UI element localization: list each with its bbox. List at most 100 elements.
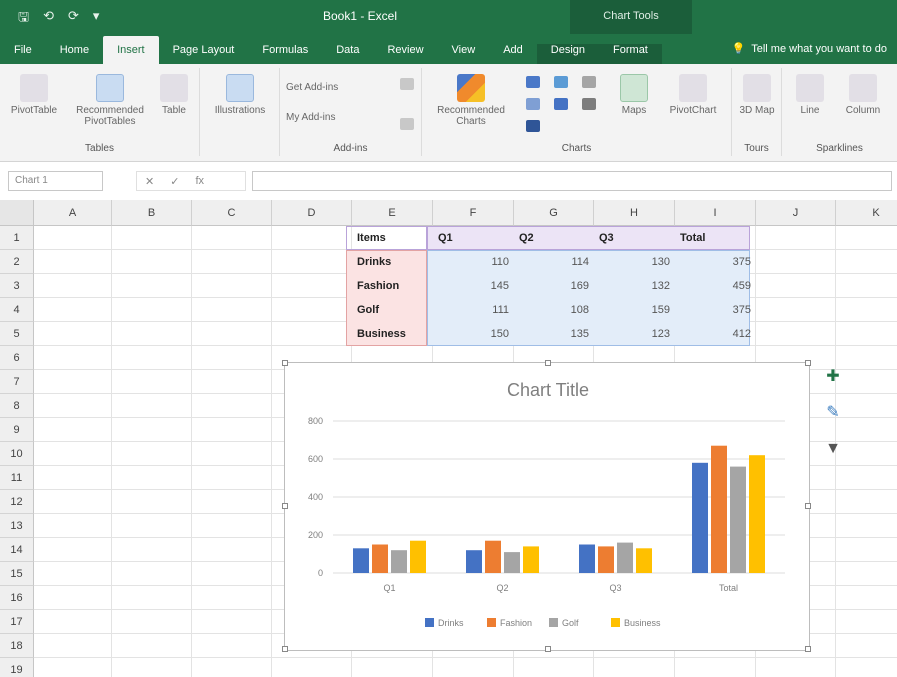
resize-handle[interactable] xyxy=(805,360,811,366)
column-header-d[interactable]: D xyxy=(272,200,352,226)
table-row-label[interactable]: Golf xyxy=(352,298,433,322)
row-header-1[interactable]: 1 xyxy=(0,226,34,250)
row-header-9[interactable]: 9 xyxy=(0,418,34,442)
row-header-19[interactable]: 19 xyxy=(0,658,34,677)
column-header-e[interactable]: E xyxy=(352,200,433,226)
tab-review[interactable]: Review xyxy=(373,44,437,64)
tab-formulas[interactable]: Formulas xyxy=(248,44,322,64)
table-value-cell[interactable]: 159 xyxy=(594,298,675,322)
table-value-cell[interactable]: 459 xyxy=(675,274,756,298)
table-row-label[interactable]: Business xyxy=(352,322,433,346)
tab-page-layout[interactable]: Page Layout xyxy=(159,44,249,64)
table-row-label[interactable]: Drinks xyxy=(352,250,433,274)
row-header-18[interactable]: 18 xyxy=(0,634,34,658)
row-header-13[interactable]: 13 xyxy=(0,514,34,538)
sparkline-column-button[interactable]: Column xyxy=(838,74,888,116)
table-header-cell[interactable]: Q3 xyxy=(594,226,675,250)
row-header-3[interactable]: 3 xyxy=(0,274,34,298)
table-value-cell[interactable]: 412 xyxy=(675,322,756,346)
table-button[interactable]: Table xyxy=(154,74,194,116)
resize-handle[interactable] xyxy=(805,646,811,652)
tab-format[interactable]: Format xyxy=(599,44,662,64)
row-header-4[interactable]: 4 xyxy=(0,298,34,322)
table-value-cell[interactable]: 114 xyxy=(514,250,594,274)
column-header-j[interactable]: J xyxy=(756,200,836,226)
chart-styles-icon[interactable]: ✎ xyxy=(822,402,844,424)
tell-me-search[interactable]: 💡 Tell me what you want to do xyxy=(732,42,887,56)
undo-icon[interactable]: ⟲ xyxy=(43,8,54,30)
tab-file[interactable]: File xyxy=(0,44,46,64)
table-header-cell[interactable]: Items xyxy=(352,226,433,250)
row-header-10[interactable]: 10 xyxy=(0,442,34,466)
sparkline-line-button[interactable]: Line xyxy=(788,74,832,116)
save-icon[interactable]: 🖫 xyxy=(18,8,29,30)
3d-map-button[interactable]: 3D Map xyxy=(736,74,778,116)
pivottable-button[interactable]: PivotTable xyxy=(6,74,62,116)
resize-handle[interactable] xyxy=(545,646,551,652)
column-header-k[interactable]: K xyxy=(836,200,897,226)
row-header-11[interactable]: 11 xyxy=(0,466,34,490)
pie-chart-icon[interactable] xyxy=(554,98,568,110)
table-value-cell[interactable]: 108 xyxy=(514,298,594,322)
scatter-chart-icon[interactable] xyxy=(582,98,596,110)
tab-add[interactable]: Add xyxy=(489,44,537,64)
recommended-pivottables-button[interactable]: Recommended PivotTables xyxy=(66,74,154,127)
customize-qat-icon[interactable]: ▾ xyxy=(93,8,100,30)
line-chart-icon[interactable] xyxy=(526,98,540,110)
table-row-label[interactable]: Fashion xyxy=(352,274,433,298)
table-value-cell[interactable]: 130 xyxy=(594,250,675,274)
table-value-cell[interactable]: 132 xyxy=(594,274,675,298)
table-value-cell[interactable]: 375 xyxy=(675,250,756,274)
resize-handle[interactable] xyxy=(805,503,811,509)
column-header-f[interactable]: F xyxy=(433,200,514,226)
resize-handle[interactable] xyxy=(282,503,288,509)
formula-input[interactable] xyxy=(252,171,892,191)
column-header-a[interactable]: A xyxy=(34,200,112,226)
table-value-cell[interactable]: 111 xyxy=(433,298,514,322)
name-box[interactable]: Chart 1 xyxy=(8,171,103,191)
tab-insert[interactable]: Insert xyxy=(103,36,159,64)
table-value-cell[interactable]: 135 xyxy=(514,322,594,346)
redo-icon[interactable]: ⟳ xyxy=(68,8,79,30)
resize-handle[interactable] xyxy=(282,360,288,366)
table-value-cell[interactable]: 110 xyxy=(433,250,514,274)
waterfall-chart-icon[interactable] xyxy=(582,76,596,88)
row-header-15[interactable]: 15 xyxy=(0,562,34,586)
pivotchart-button[interactable]: PivotChart xyxy=(662,74,724,116)
enter-icon[interactable]: ✓ xyxy=(170,175,179,188)
resize-handle[interactable] xyxy=(545,360,551,366)
table-value-cell[interactable]: 169 xyxy=(514,274,594,298)
bar-chart-icon[interactable] xyxy=(526,120,540,132)
row-header-14[interactable]: 14 xyxy=(0,538,34,562)
table-header-cell[interactable]: Q1 xyxy=(433,226,514,250)
table-value-cell[interactable]: 150 xyxy=(433,322,514,346)
insert-function-icon[interactable]: fx xyxy=(195,175,204,187)
tab-design[interactable]: Design xyxy=(536,44,600,64)
row-header-2[interactable]: 2 xyxy=(0,250,34,274)
table-header-cell[interactable]: Q2 xyxy=(514,226,594,250)
chart-area[interactable]: Chart Title 0 200 400 600 800 Q1 Q2 Q3 Total Drink… xyxy=(282,360,811,652)
maps-button[interactable]: Maps xyxy=(614,74,654,116)
row-header-5[interactable]: 5 xyxy=(0,322,34,346)
table-value-cell[interactable]: 145 xyxy=(433,274,514,298)
hierarchy-chart-icon[interactable] xyxy=(554,76,568,88)
column-chart-icon[interactable] xyxy=(526,76,540,88)
column-header-h[interactable]: H xyxy=(594,200,675,226)
cancel-icon[interactable]: ✕ xyxy=(145,175,154,188)
resize-handle[interactable] xyxy=(282,646,288,652)
chart-filters-icon[interactable]: ▼ xyxy=(822,438,844,460)
row-header-17[interactable]: 17 xyxy=(0,610,34,634)
recommended-charts-button[interactable]: Recommended Charts xyxy=(428,74,514,127)
row-header-7[interactable]: 7 xyxy=(0,370,34,394)
row-header-16[interactable]: 16 xyxy=(0,586,34,610)
get-add-ins-button[interactable]: Get Add-ins xyxy=(286,82,386,93)
tab-view[interactable]: View xyxy=(438,44,490,64)
row-header-6[interactable]: 6 xyxy=(0,346,34,370)
column-header-b[interactable]: B xyxy=(112,200,192,226)
tab-data[interactable]: Data xyxy=(322,44,373,64)
tab-home[interactable]: Home xyxy=(46,44,103,64)
row-header-8[interactable]: 8 xyxy=(0,394,34,418)
table-value-cell[interactable]: 375 xyxy=(675,298,756,322)
chart-elements-icon[interactable]: ✚ xyxy=(822,366,844,388)
select-all-corner[interactable] xyxy=(0,200,34,226)
